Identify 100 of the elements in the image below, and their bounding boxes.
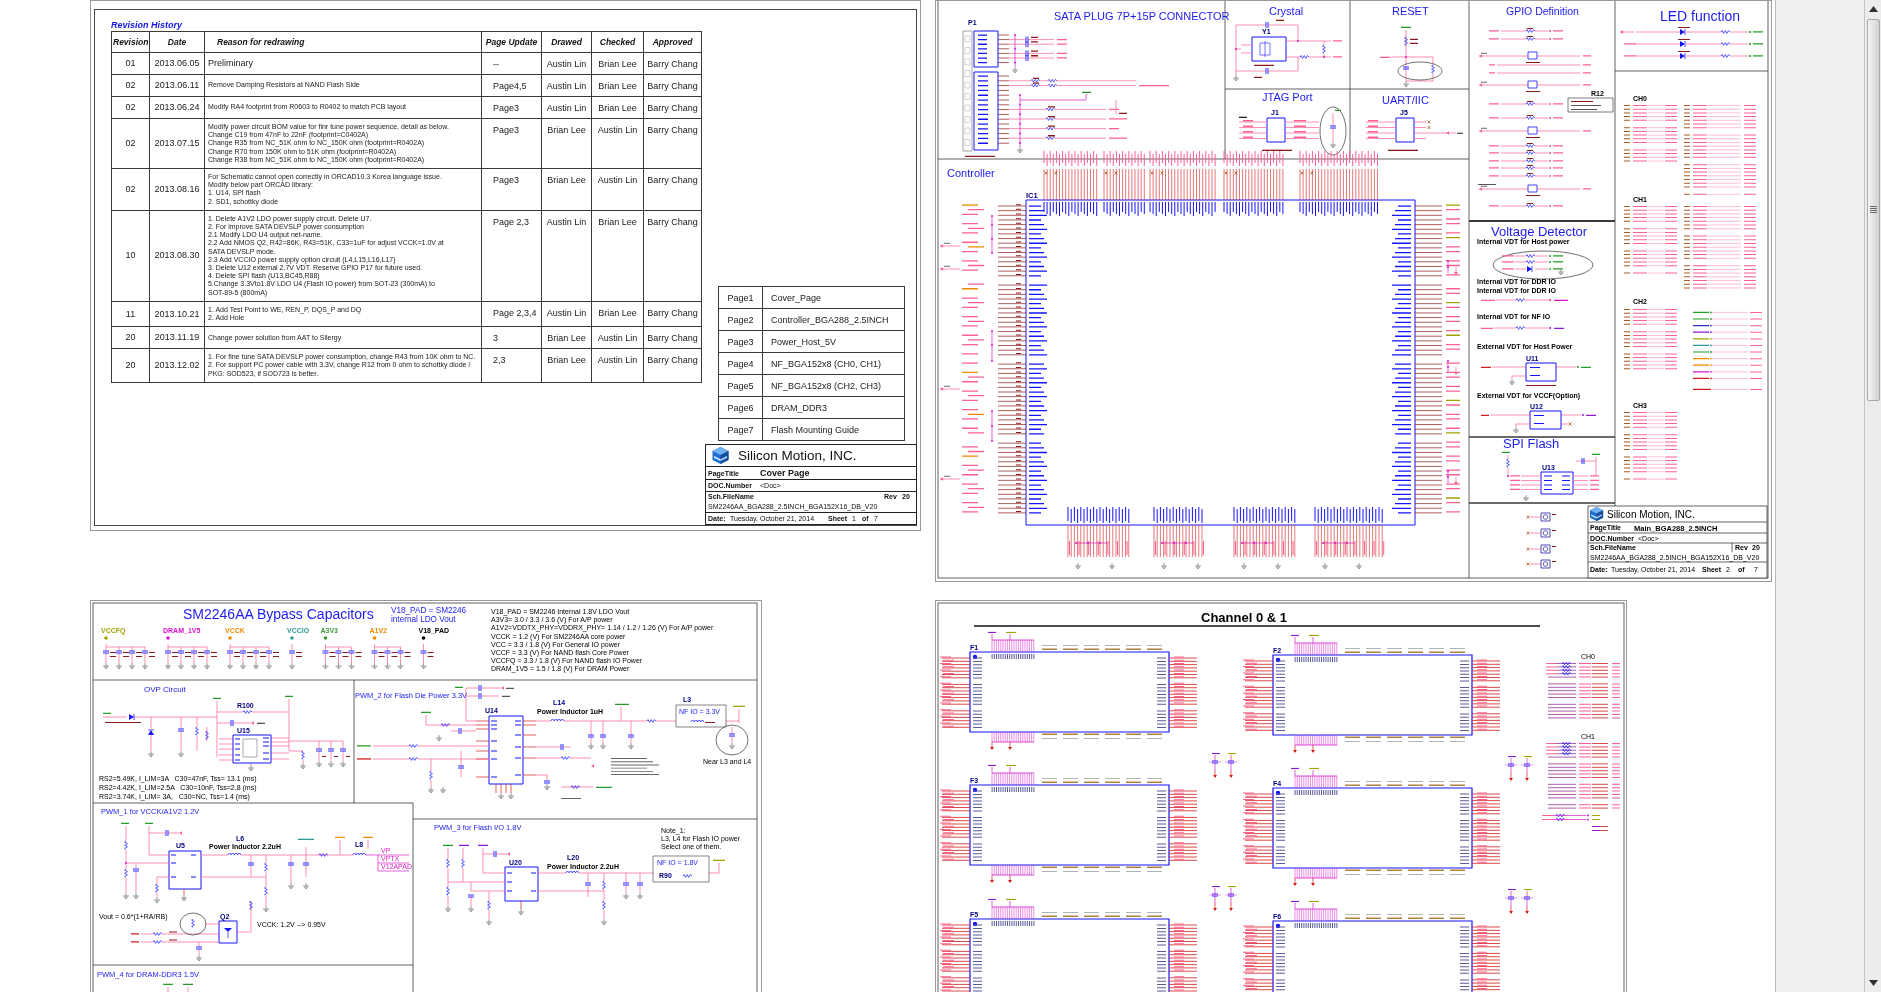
decoupling-capacitors-drawing xyxy=(1504,889,1534,914)
table-cell: Austin Lin xyxy=(541,301,592,327)
ldo-note: V18_PAD = SM2246 xyxy=(391,606,467,615)
table-cell: Brian Lee xyxy=(591,74,644,97)
decoupling-capacitors-drawing xyxy=(1208,753,1238,778)
table-cell: Austin Lin xyxy=(591,168,644,211)
section-title: GPIO Definition xyxy=(1506,5,1579,17)
company-name: Silicon Motion, INC. xyxy=(1607,509,1695,520)
table-cell: 2013.06.05 xyxy=(149,52,205,75)
table-cell: Austin Lin xyxy=(591,118,644,169)
table-cell: Brian Lee xyxy=(541,348,592,383)
table-cell: 2,3 xyxy=(481,348,542,383)
table-cell: Page3 xyxy=(481,118,542,169)
table-cell: Controller_BGA288_2.5INCH xyxy=(762,308,905,331)
table-cell: Page3 xyxy=(481,168,542,211)
table-cell: 02 xyxy=(111,118,150,169)
table-cell: 11 xyxy=(111,301,150,327)
table-cell: Brian Lee xyxy=(591,96,644,119)
column-header: Drawed xyxy=(541,31,592,53)
table-cell: Barry Chang xyxy=(643,118,702,169)
table-cell: Brian Lee xyxy=(591,52,644,75)
table-cell: Page4 xyxy=(718,352,763,375)
table-cell: Austin Lin xyxy=(541,96,592,119)
table-cell: NF_BGA152x8 (CH0, CH1) xyxy=(762,352,905,375)
scrollbar-thumb[interactable] xyxy=(1866,19,1880,401)
table-cell: 02 xyxy=(111,74,150,97)
section-title: Controller xyxy=(947,167,995,179)
table-cell: Barry Chang xyxy=(643,301,702,327)
table-cell: -- xyxy=(481,52,542,75)
table-cell: 02 xyxy=(111,168,150,211)
scroll-down-arrow-icon[interactable] xyxy=(1868,980,1878,986)
section-title: RESET xyxy=(1392,5,1429,17)
table-cell: 2013.08.30 xyxy=(149,210,205,302)
table-cell: 3 xyxy=(481,326,542,349)
column-header: Date xyxy=(149,31,205,53)
ldo-note: internal LDO Vout xyxy=(391,615,456,624)
table-cell: Austin Lin xyxy=(591,348,644,383)
decoupling-capacitors-drawing xyxy=(1504,756,1534,781)
column-header: Approved xyxy=(643,31,702,53)
table-cell: Page2 xyxy=(718,308,763,331)
table-title: Revision History xyxy=(111,20,183,31)
table-cell: DRAM_DDR3 xyxy=(762,396,905,419)
scrollbar-track[interactable] xyxy=(1864,0,1881,992)
table-cell: Page1 xyxy=(718,286,763,309)
table-cell: 02 xyxy=(111,96,150,119)
table-cell: Austin Lin xyxy=(591,326,644,349)
table-cell: 20 xyxy=(111,348,150,383)
table-cell: 2013.11.19 xyxy=(149,326,205,349)
table-cell: 2013.06.11 xyxy=(149,74,205,97)
table-cell: NF_BGA152x8 (CH2, CH3) xyxy=(762,374,905,397)
table-cell: Page5 xyxy=(718,374,763,397)
mounting-holes-drawing xyxy=(1526,512,1556,569)
table-cell: Barry Chang xyxy=(643,348,702,383)
table-cell: Page 2,3,4 xyxy=(481,301,542,327)
table-cell: 2013.08.16 xyxy=(149,168,205,211)
table-cell: Barry Chang xyxy=(643,168,702,211)
page-heading: Channel 0 & 1 xyxy=(1201,610,1287,625)
section-title: SM2246AA Bypass Capacitors xyxy=(183,606,374,622)
scroll-up-arrow-icon[interactable] xyxy=(1868,6,1878,12)
table-cell: Page4,5 xyxy=(481,74,542,97)
table-cell: Austin Lin xyxy=(541,74,592,97)
section-title: Voltage Detector xyxy=(1491,224,1588,239)
table-cell: Barry Chang xyxy=(643,74,702,97)
column-header: Revision xyxy=(111,31,150,53)
table-cell: Barry Chang xyxy=(643,52,702,75)
table-cell: Flash Mounting Guide xyxy=(762,418,905,441)
section-title: OVP Circuit xyxy=(144,685,186,694)
table-cell: Austin Lin xyxy=(541,210,592,302)
section-title: UART/IIC xyxy=(1382,94,1429,106)
table-cell: 10 xyxy=(111,210,150,302)
company-name: Silicon Motion, INC. xyxy=(738,448,857,463)
table-cell: Page3 xyxy=(718,330,763,353)
table-cell: Barry Chang xyxy=(643,96,702,119)
table-cell: Barry Chang xyxy=(643,210,702,302)
table-cell: 20 xyxy=(111,326,150,349)
cube-logo-icon xyxy=(1590,507,1604,521)
column-header: Reason for redrawing xyxy=(204,31,482,53)
table-cell: 2013.07.15 xyxy=(149,118,205,169)
table-cell: Page6 xyxy=(718,396,763,419)
table-cell: Page 2,3 xyxy=(481,210,542,302)
table-cell: Page7 xyxy=(718,418,763,441)
column-header: Page Update xyxy=(481,31,542,53)
table-cell: Brian Lee xyxy=(591,301,644,327)
cube-logo-icon xyxy=(712,447,729,464)
table-cell: Cover_Page xyxy=(762,286,905,309)
grip-icon xyxy=(1869,206,1877,214)
table-cell: Power_Host_5V xyxy=(762,330,905,353)
section-title: SPI Flash xyxy=(1503,436,1560,451)
dram-power-circuit-drawing xyxy=(163,983,193,992)
section-title: LED function xyxy=(1660,8,1741,24)
table-cell: Preliminary xyxy=(204,52,482,75)
section-title: JTAG Port xyxy=(1262,91,1313,103)
table-cell: Brian Lee xyxy=(541,168,592,211)
section-title: SATA PLUG 7P+15P CONNECTOR xyxy=(1054,10,1230,22)
decoupling-capacitors-drawing xyxy=(1208,886,1238,911)
table-cell: 2013.06.24 xyxy=(149,96,205,119)
table-cell: Brian Lee xyxy=(541,118,592,169)
table-cell: Brian Lee xyxy=(541,326,592,349)
table-cell: Barry Chang xyxy=(643,326,702,349)
section-title: Crystal xyxy=(1269,5,1304,17)
